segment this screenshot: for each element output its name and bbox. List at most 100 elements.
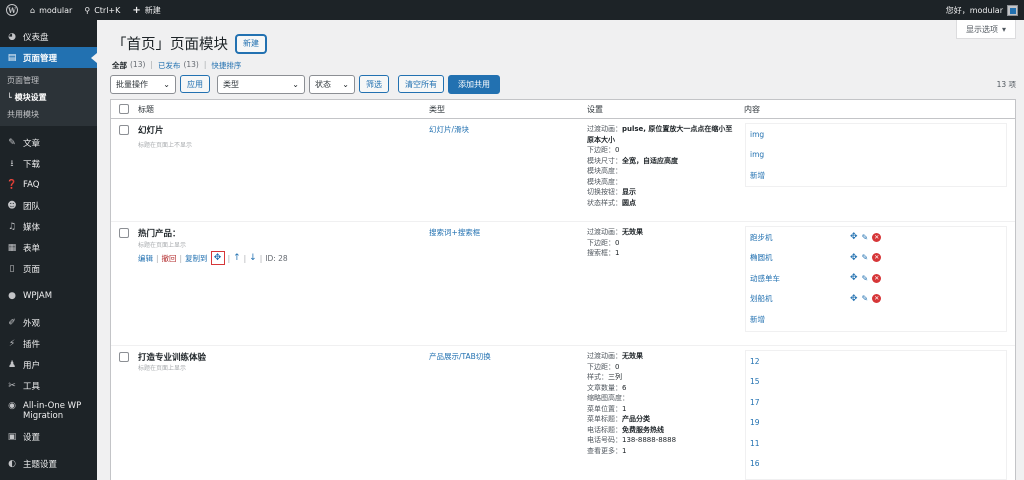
row-type-link[interactable]: 搜索词+搜索框 [429,227,480,238]
content-item-link[interactable]: 动感单车 [750,273,780,284]
row-checkbox[interactable] [119,352,129,362]
edit-link[interactable]: 编辑 [138,253,153,264]
revoke-link[interactable]: 撤回 [162,253,177,264]
submenu-item-module-settings[interactable]: └ 模块设置 [0,89,97,106]
status-filter-select[interactable]: 状态 ⌄ [309,74,355,94]
edit-icon[interactable]: ✎ [862,233,869,242]
edit-icon[interactable]: ✎ [862,274,869,283]
wordpress-icon: W [6,4,18,16]
content-item[interactable]: 11 [746,433,1006,454]
sidebar-item-plugins[interactable]: ⚡ 插件 [0,333,97,354]
setting-value: 1 [622,446,627,455]
content-item[interactable]: img [746,124,1006,145]
submenu-item-page-manage[interactable]: 页面管理 [0,72,97,89]
content-item[interactable]: 17 [746,392,1006,413]
quick-sort-link[interactable]: 快捷排序 [211,60,241,71]
delete-icon[interactable]: ✕ [872,253,882,262]
edit-icon[interactable]: ✎ [862,294,869,303]
delete-icon[interactable]: ✕ [872,273,882,283]
clear-all-button[interactable]: 清空所有 [398,75,444,93]
content-add-link[interactable]: 新增 [746,309,1006,330]
setting-key: 菜单位置： [587,404,622,413]
sidebar-item-page-manage[interactable]: ▤ 页面管理 [0,47,97,68]
new-content-button[interactable]: + 新建 [126,0,166,20]
submenu-item-shared-modules[interactable]: 共用模块 [0,106,97,123]
delete-icon[interactable]: ✕ [872,294,882,303]
arrow-up-icon[interactable]: ↑ [233,253,241,263]
content-item-link[interactable]: 跑步机 [750,232,773,243]
type-filter-select[interactable]: 类型 ⌄ [217,74,305,94]
sidebar-item-label: 页面管理 [23,53,58,64]
content-add-link[interactable]: 新增 [746,165,1006,186]
filter-published-link[interactable]: 已发布 [158,60,181,71]
sidebar-item-theme-settings[interactable]: ◐ 主题设置 [0,453,97,474]
row-title-note: 标题在页面上显示 [138,365,187,372]
copy-to-link[interactable]: 复制到 [185,253,208,264]
question-icon: ❓ [6,179,18,190]
table-row: 幻灯片 标题在页面上不显示 幻灯片/滑块 过渡动画：pulse, 原位置放大一点… [111,119,1015,222]
site-name-link[interactable]: ⌂ modular [24,0,78,20]
sidebar-item-posts[interactable]: ✎ 文章 [0,132,97,153]
sidebar-item-wpjam[interactable]: ● WPJAM [0,285,97,306]
setting-line: 模块尺寸：全宽，自适应高度 [587,156,737,167]
content-item-link[interactable]: 椭圆机 [750,252,773,263]
column-title-header[interactable]: 标题 [138,104,154,115]
content-item: 划船机 ✥ ✎ ✕ [746,289,1006,310]
wordpress-logo-button[interactable]: W [0,0,24,20]
content-item[interactable]: 15 [746,372,1006,393]
sidebar-item-pages[interactable]: ▯ 页面 [0,258,97,279]
row-type-link[interactable]: 产品展示/TAB切换 [429,351,491,362]
row-type-link[interactable]: 幻灯片/滑块 [429,124,469,135]
row-checkbox[interactable] [119,125,129,135]
setting-value: 产品分类 [622,415,650,423]
sidebar-item-users[interactable]: ♟ 用户 [0,354,97,375]
screen-options-button[interactable]: 显示选项 ▾ [955,20,1016,39]
add-shared-button[interactable]: 添加共用 [448,74,500,94]
move-icon[interactable]: ✥ [850,253,858,263]
content-item[interactable]: 19 [746,413,1006,434]
tablenav-top: 批量操作 ⌄ 应用 类型 ⌄ 状态 ⌄ 筛选 清空所有 添加共用 13 项 [110,74,1016,94]
bulk-action-select[interactable]: 批量操作 ⌄ [110,74,176,94]
content-item[interactable]: 12 [746,351,1006,372]
move-icon[interactable]: ✥ [850,294,858,304]
content-item-link[interactable]: 划船机 [750,293,773,304]
content-item-tools: ✥ ✎ ✕ [850,294,882,304]
apply-button[interactable]: 应用 [180,75,210,93]
items-count: 13 项 [996,79,1016,89]
move-icon[interactable]: ✥ [850,273,858,283]
move-icon[interactable]: ✥ [210,251,225,265]
sidebar-item-faq[interactable]: ❓ FAQ [0,174,97,195]
my-account-menu[interactable]: 您好，modular [946,4,1024,16]
content-item-tools: ✥ ✎ ✕ [850,273,882,283]
row-title[interactable]: 打造专业训练体验 [138,351,206,363]
select-all-checkbox[interactable] [119,104,129,114]
row-title[interactable]: 幻灯片 [138,124,164,136]
command-palette-button[interactable]: ⚲ Ctrl+K [78,0,126,20]
sidebar-item-team[interactable]: ☻ 团队 [0,195,97,216]
content-item[interactable]: 16 [746,454,1006,475]
page-title: 「首页」页面模块 [112,37,228,53]
setting-line: 模块高度： [587,177,737,188]
setting-key: 电话标题： [587,425,622,434]
sidebar-item-download[interactable]: ⭳ 下载 [0,153,97,174]
sidebar-item-dashboard[interactable]: ◕ 仪表盘 [0,26,97,47]
arrow-down-icon[interactable]: ↓ [249,253,257,263]
content-item[interactable]: img [746,145,1006,166]
sidebar-item-settings[interactable]: ▣ 设置 [0,426,97,447]
delete-icon[interactable]: ✕ [872,232,882,242]
row-checkbox[interactable] [119,228,129,238]
setting-key: 下边距： [587,362,615,371]
sidebar-item-media[interactable]: ♫ 媒体 [0,216,97,237]
sidebar-item-migration[interactable]: ◉ All-in-One WP Migration [0,396,97,426]
edit-icon[interactable]: ✎ [862,253,869,262]
sidebar-item-forms[interactable]: ▦ 表单 [0,237,97,258]
sidebar-item-appearance[interactable]: ✐ 外观 [0,312,97,333]
appearance-icon: ✐ [8,317,16,328]
add-new-button[interactable]: 新建 [236,34,266,53]
move-icon[interactable]: ✥ [850,232,858,242]
filter-button[interactable]: 筛选 [359,75,389,93]
row-title[interactable]: 热门产品： [138,227,181,239]
setting-line: 菜单标题：产品分类 [587,414,737,425]
filter-all-link[interactable]: 全部 [112,60,127,71]
sidebar-item-tools[interactable]: ✂ 工具 [0,375,97,396]
